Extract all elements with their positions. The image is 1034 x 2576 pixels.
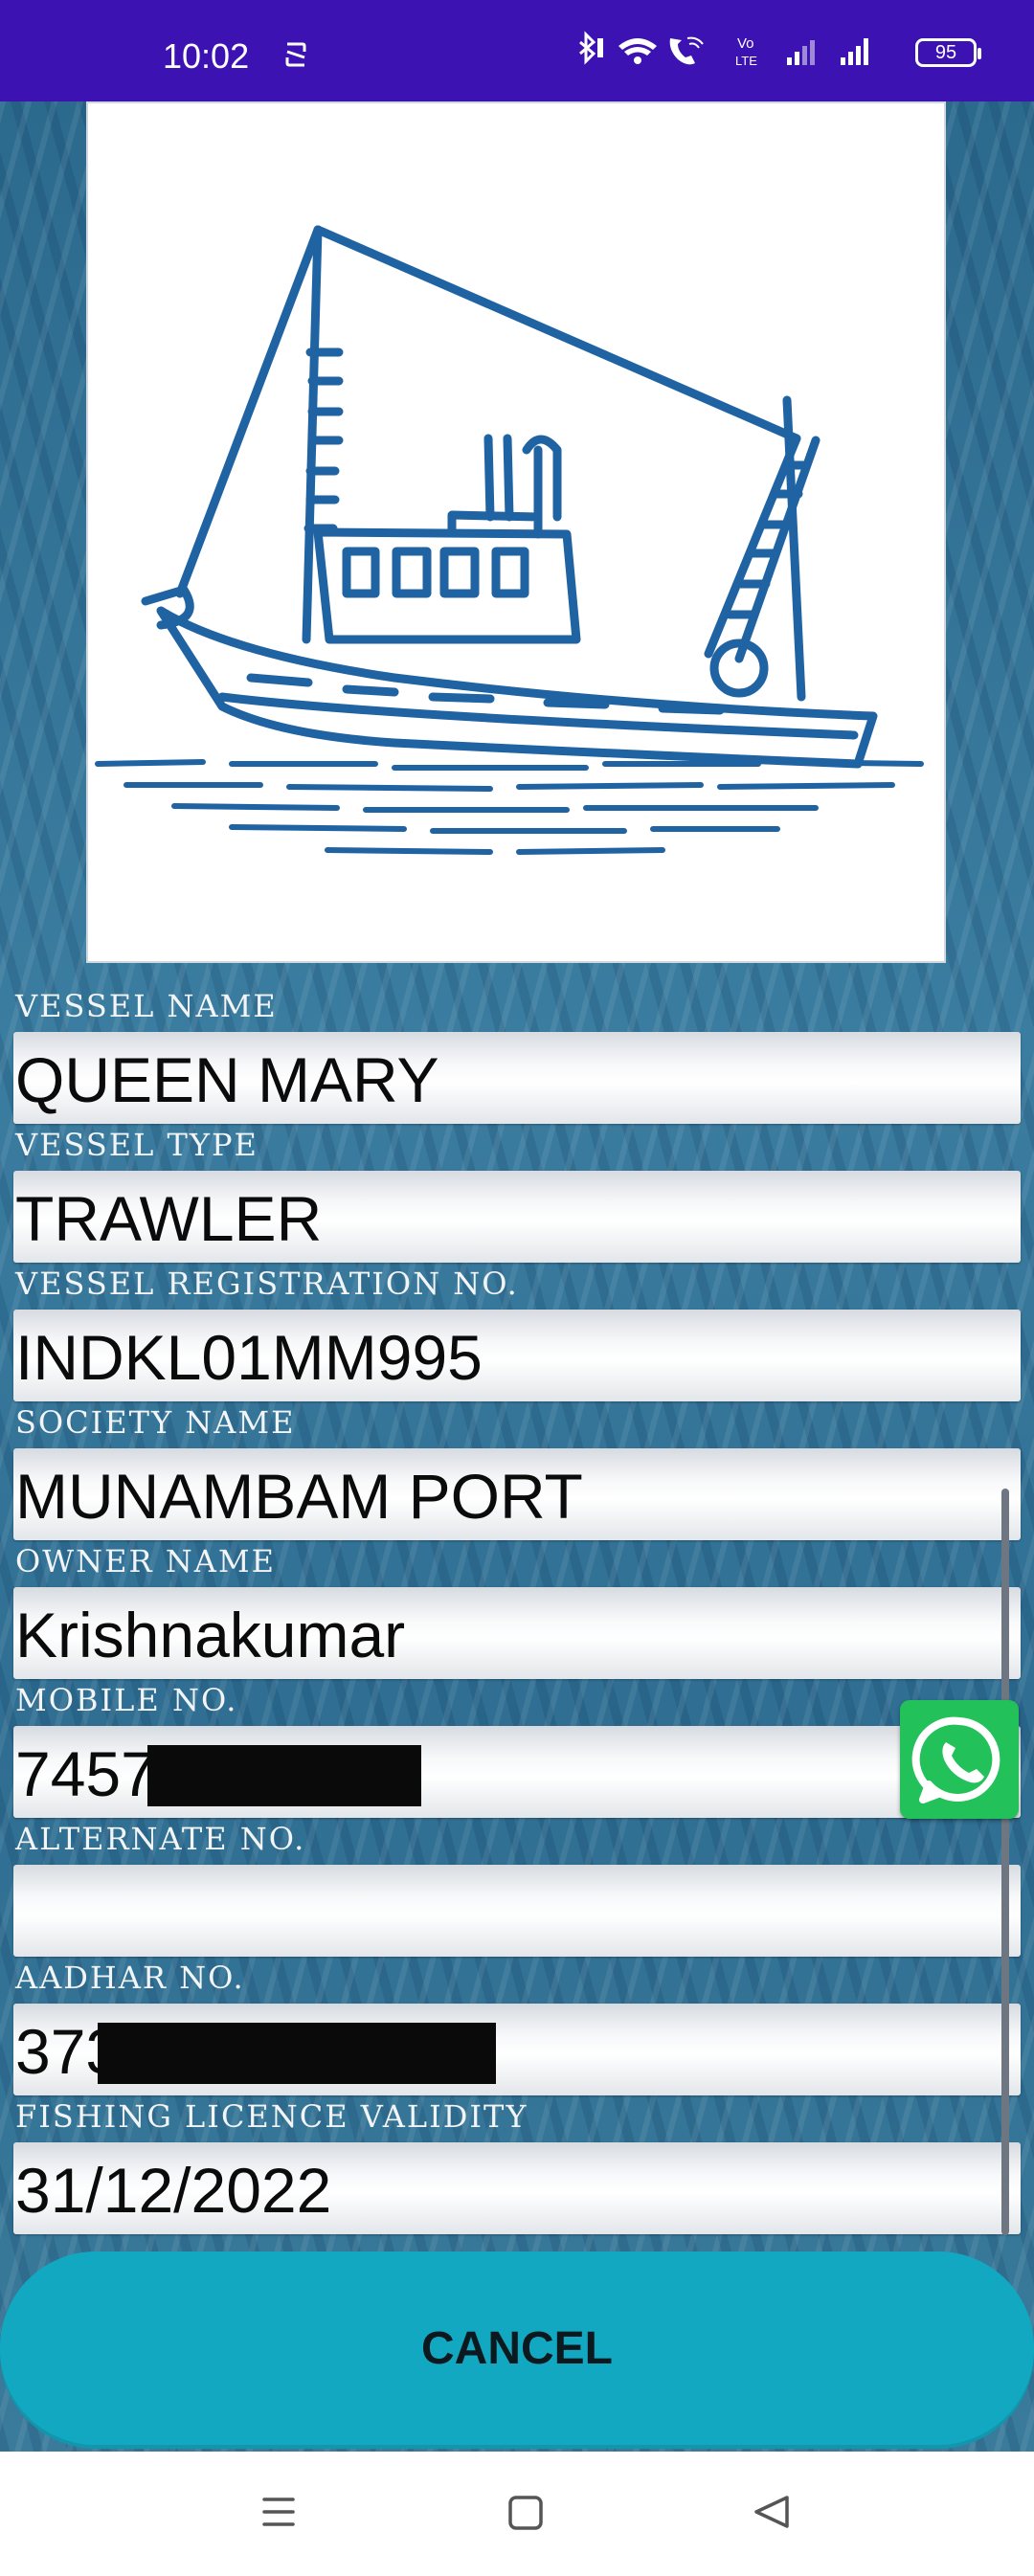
- navigation-bar: [0, 2452, 1034, 2576]
- cancel-button-label: CANCEL: [421, 2323, 613, 2374]
- signal-2-icon: [841, 38, 868, 65]
- whatsapp-icon: [911, 1716, 1000, 1803]
- registration-no-field: INDKL01MM995: [13, 1310, 1021, 1401]
- svg-text:Vo: Vo: [737, 35, 754, 52]
- aadhar-no-field: 373375878787: [13, 2004, 1021, 2095]
- vessel-name-value: QUEEN MARY: [15, 1044, 439, 1115]
- aadhar-redaction: [98, 2023, 496, 2084]
- volte-icon: Vo LTE: [735, 35, 757, 68]
- registration-no-value: INDKL01MM995: [15, 1322, 483, 1393]
- signal-1-icon: [787, 40, 815, 65]
- society-name-label: SOCIETY NAME: [15, 1404, 296, 1441]
- owner-name-label: OWNER NAME: [15, 1543, 276, 1579]
- status-bar: 10:02 Vo LTE 95: [0, 0, 1034, 101]
- licence-validity-label: FISHING LICENCE VALIDITY: [15, 2098, 528, 2135]
- menu-icon: [262, 2498, 295, 2526]
- wifi-calling-icon: [669, 36, 704, 65]
- owner-name-value: Krishnakumar: [15, 1600, 406, 1670]
- alternate-no-label: ALTERNATE NO.: [15, 1821, 306, 1857]
- owner-name-field: Krishnakumar: [13, 1587, 1021, 1679]
- licence-validity-value: 31/12/2022: [15, 2155, 332, 2226]
- fishing-boat-sketch: [95, 225, 924, 855]
- vessel-name-label: VESSEL NAME: [15, 988, 278, 1024]
- status-icons: Vo LTE 95: [574, 29, 981, 77]
- vessel-type-value: TRAWLER: [15, 1183, 323, 1254]
- mobile-no-label: MOBILE NO.: [15, 1682, 238, 1718]
- vessel-image: [86, 101, 946, 963]
- battery-icon: 95: [915, 38, 981, 67]
- vessel-type-label: VESSEL TYPE: [15, 1127, 258, 1163]
- society-name-value: MUNAMBAM PORT: [15, 1461, 583, 1532]
- vessel-type-field: TRAWLER: [13, 1171, 1021, 1263]
- vessel-name-field: QUEEN MARY: [13, 1032, 1021, 1124]
- licence-validity-field: 31/12/2022: [13, 2142, 1021, 2234]
- whatsapp-button[interactable]: [900, 1700, 1019, 1819]
- bluetooth-icon: [579, 31, 603, 65]
- alternate-no-field[interactable]: [13, 1865, 1021, 1957]
- scrollbar[interactable]: [1001, 1489, 1009, 2235]
- back-icon: [754, 2496, 789, 2528]
- registration-no-label: VESSEL REGISTRATION NO.: [15, 1266, 519, 1302]
- wifi-icon: [618, 38, 657, 64]
- status-time: 10:02: [163, 36, 250, 76]
- cancel-button[interactable]: CANCEL: [0, 2251, 1034, 2449]
- aadhar-no-label: AADHAR NO.: [15, 1960, 245, 1996]
- home-icon: [508, 2496, 543, 2530]
- sync-icon: [283, 38, 308, 78]
- svg-text:LTE: LTE: [735, 54, 757, 68]
- society-name-field: MUNAMBAM PORT: [13, 1448, 1021, 1540]
- mobile-redaction: [147, 1745, 421, 1806]
- mobile-no-field[interactable]: 7457587875: [13, 1726, 1021, 1818]
